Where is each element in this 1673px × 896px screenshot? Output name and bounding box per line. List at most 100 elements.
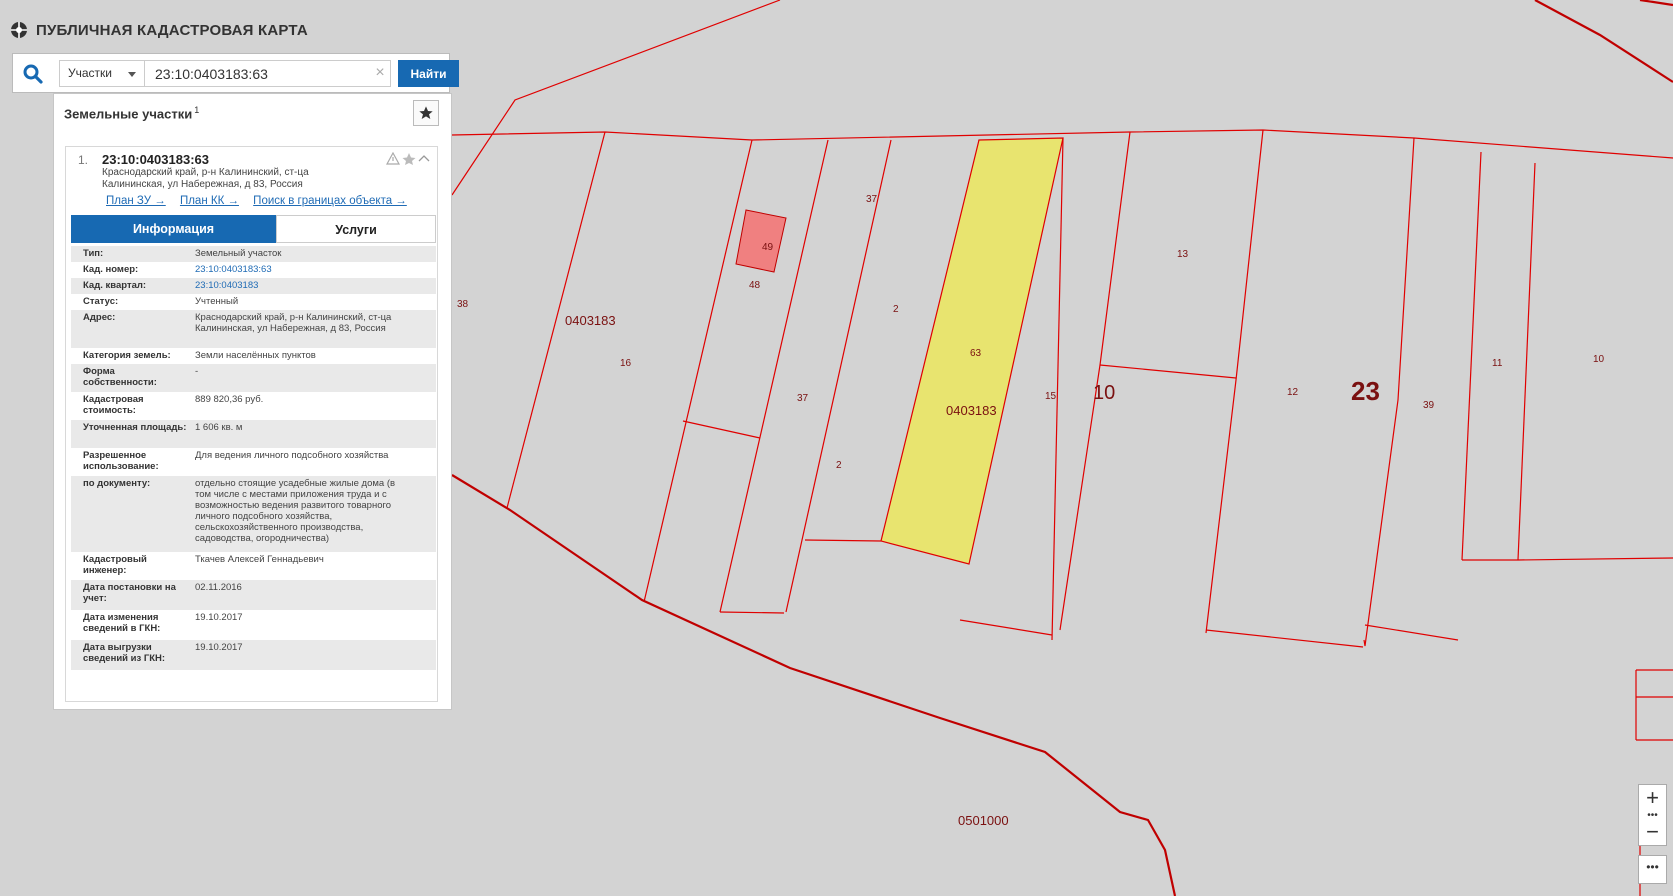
- app-title: ПУБЛИЧНАЯ КАДАСТРОВАЯ КАРТА: [36, 21, 308, 39]
- parcel-label: 15: [1045, 391, 1057, 402]
- highlight-quarter-label: 0403183: [946, 403, 997, 418]
- zoom-in-button[interactable]: +: [1639, 787, 1666, 809]
- result-tools: [386, 152, 430, 165]
- info-key: Кад. квартал:: [83, 280, 147, 291]
- info-key: Уточненная площадь:: [83, 422, 187, 433]
- info-key: Разрешенное использование:: [83, 450, 159, 472]
- chevron-up-icon[interactable]: [418, 155, 430, 162]
- tab-services[interactable]: Услуги: [276, 215, 436, 243]
- info-value: Краснодарский край, р-н Калининский, ст-…: [195, 312, 392, 334]
- info-value: 19.10.2017: [195, 642, 243, 653]
- info-value: Учтенный: [195, 296, 239, 307]
- parcel-label: 48: [749, 280, 761, 291]
- info-row: Кадастровая стоимость: 889 820,36 руб.: [71, 392, 436, 420]
- info-row: Тип: Земельный участок: [71, 246, 436, 262]
- parcel-label: 16: [620, 358, 632, 369]
- info-key: Адрес:: [83, 312, 116, 323]
- plan-kk-link[interactable]: План КК →: [180, 195, 239, 207]
- info-key: Тип:: [83, 248, 104, 259]
- info-row: Уточненная площадь: 1 606 кв. м: [71, 420, 436, 448]
- result-cad-number[interactable]: 23:10:0403183:63: [102, 152, 209, 167]
- info-row: Дата изменения сведений в ГКН: 19.10.2017: [71, 610, 436, 640]
- panel-title-text: Земельные участки: [64, 106, 193, 122]
- zoom-control: + ••• −: [1638, 784, 1667, 846]
- favorites-button[interactable]: [413, 100, 439, 126]
- info-key: Дата изменения сведений в ГКН:: [83, 612, 161, 634]
- result-address: Краснодарский край, р-н Калининский, ст-…: [102, 167, 309, 190]
- info-row: Категория земель: Земли населённых пункто…: [71, 348, 436, 364]
- results-panel: Земельные участки 1 1. 23:10:0403183:63 К…: [53, 93, 452, 710]
- cad-quarter-link[interactable]: 23:10:0403183: [195, 280, 410, 291]
- info-row: Кадастровый инженер: Ткачев Алексей Генна…: [71, 552, 436, 580]
- clear-icon[interactable]: ×: [373, 63, 387, 83]
- search-type-label: Участки: [68, 66, 112, 80]
- quarter-label: 0403183: [565, 313, 616, 328]
- parcel-label: 2: [836, 460, 842, 471]
- warning-icon[interactable]: [386, 152, 401, 165]
- info-key: Форма собственности:: [83, 366, 157, 388]
- info-value: Земли населённых пунктов: [195, 350, 316, 361]
- panel-title: Земельные участки 1: [64, 105, 199, 121]
- search-in-bounds-link[interactable]: Поиск в границах объекта →: [253, 195, 407, 207]
- info-key: Дата выгрузки сведений из ГКН:: [83, 642, 166, 664]
- info-row: Кад. номер: 23:10:0403183:63: [71, 262, 436, 278]
- parcel-label: 2: [893, 304, 899, 315]
- info-key: Статус:: [83, 296, 119, 307]
- result-index: 1.: [78, 153, 89, 167]
- result-links: План ЗУ → План КК → Поиск в границах объ…: [106, 195, 418, 207]
- cad-number-link[interactable]: 23:10:0403183:63: [195, 264, 410, 275]
- info-key: Кадастровый инженер:: [83, 554, 147, 576]
- info-row: Адрес: Краснодарский край, р-н Калинински…: [71, 310, 436, 348]
- info-key: по документу:: [83, 478, 151, 489]
- info-value: Земельный участок: [195, 248, 282, 259]
- parcel-label: 10: [1593, 354, 1605, 365]
- parcel-label: 49: [762, 242, 774, 253]
- app-header: ПУБЛИЧНАЯ КАДАСТРОВАЯ КАРТА: [10, 15, 308, 45]
- info-row: Дата выгрузки сведений из ГКН: 19.10.2017: [71, 640, 436, 670]
- info-value: Для ведения личного подсобного хозяйства: [195, 450, 389, 461]
- info-row: Кад. квартал: 23:10:0403183: [71, 278, 436, 294]
- results-count: 1: [194, 105, 200, 115]
- info-value: 02.11.2016: [195, 582, 242, 593]
- search-bar: Участки × Найти: [12, 53, 459, 93]
- chevron-down-icon: [128, 72, 136, 77]
- info-value: 19.10.2017: [195, 612, 243, 623]
- parcel-label: 37: [866, 194, 878, 205]
- info-value: 1 606 кв. м: [195, 422, 243, 433]
- info-row: Дата постановки на учет: 02.11.2016: [71, 580, 436, 610]
- zoom-out-button[interactable]: −: [1639, 821, 1666, 843]
- tab-information[interactable]: Информация: [71, 215, 276, 243]
- info-value: 889 820,36 руб.: [195, 394, 264, 405]
- info-key: Категория земель:: [83, 350, 171, 361]
- star-icon[interactable]: [402, 153, 416, 165]
- search-type-select[interactable]: Участки: [59, 60, 145, 87]
- parcel-label: 37: [797, 393, 809, 404]
- more-button[interactable]: •••: [1638, 855, 1667, 884]
- plan-zu-link[interactable]: План ЗУ →: [106, 195, 166, 207]
- search-icon[interactable]: [21, 62, 45, 86]
- info-key: Кадастровая стоимость:: [83, 394, 144, 416]
- info-key: Дата постановки на учет:: [83, 582, 176, 604]
- region-label: 23: [1351, 376, 1380, 406]
- parcel-label: 13: [1177, 249, 1189, 260]
- info-value: -: [195, 366, 199, 377]
- star-icon: [419, 106, 433, 119]
- south-quarter-label: 0501000: [958, 813, 1009, 828]
- district-label: 10: [1093, 382, 1115, 404]
- info-key: Кад. номер:: [83, 264, 139, 275]
- parcel-label: 12: [1287, 387, 1299, 398]
- info-table: Тип: Земельный участок Кад. номер: 23:10:0…: [71, 246, 436, 670]
- logo-icon: [11, 22, 27, 38]
- parcel-label: 11: [1492, 358, 1503, 369]
- info-row: Разрешенное использование: Для ведения ли…: [71, 448, 436, 476]
- info-row: Форма собственности: -: [71, 364, 436, 392]
- parcel-label: 38: [457, 299, 469, 310]
- info-value: отдельно стоящие усадебные жилые дома (в…: [195, 478, 396, 544]
- info-value: Ткачев Алексей Геннадьевич: [195, 554, 324, 565]
- parcel-label: 39: [1423, 400, 1435, 411]
- info-row: Статус: Учтенный: [71, 294, 436, 310]
- info-row: по документу: отдельно стоящие усадебные …: [71, 476, 436, 552]
- parcel-label: 63: [970, 348, 982, 359]
- find-button[interactable]: Найти: [398, 60, 459, 87]
- search-input[interactable]: [145, 60, 391, 87]
